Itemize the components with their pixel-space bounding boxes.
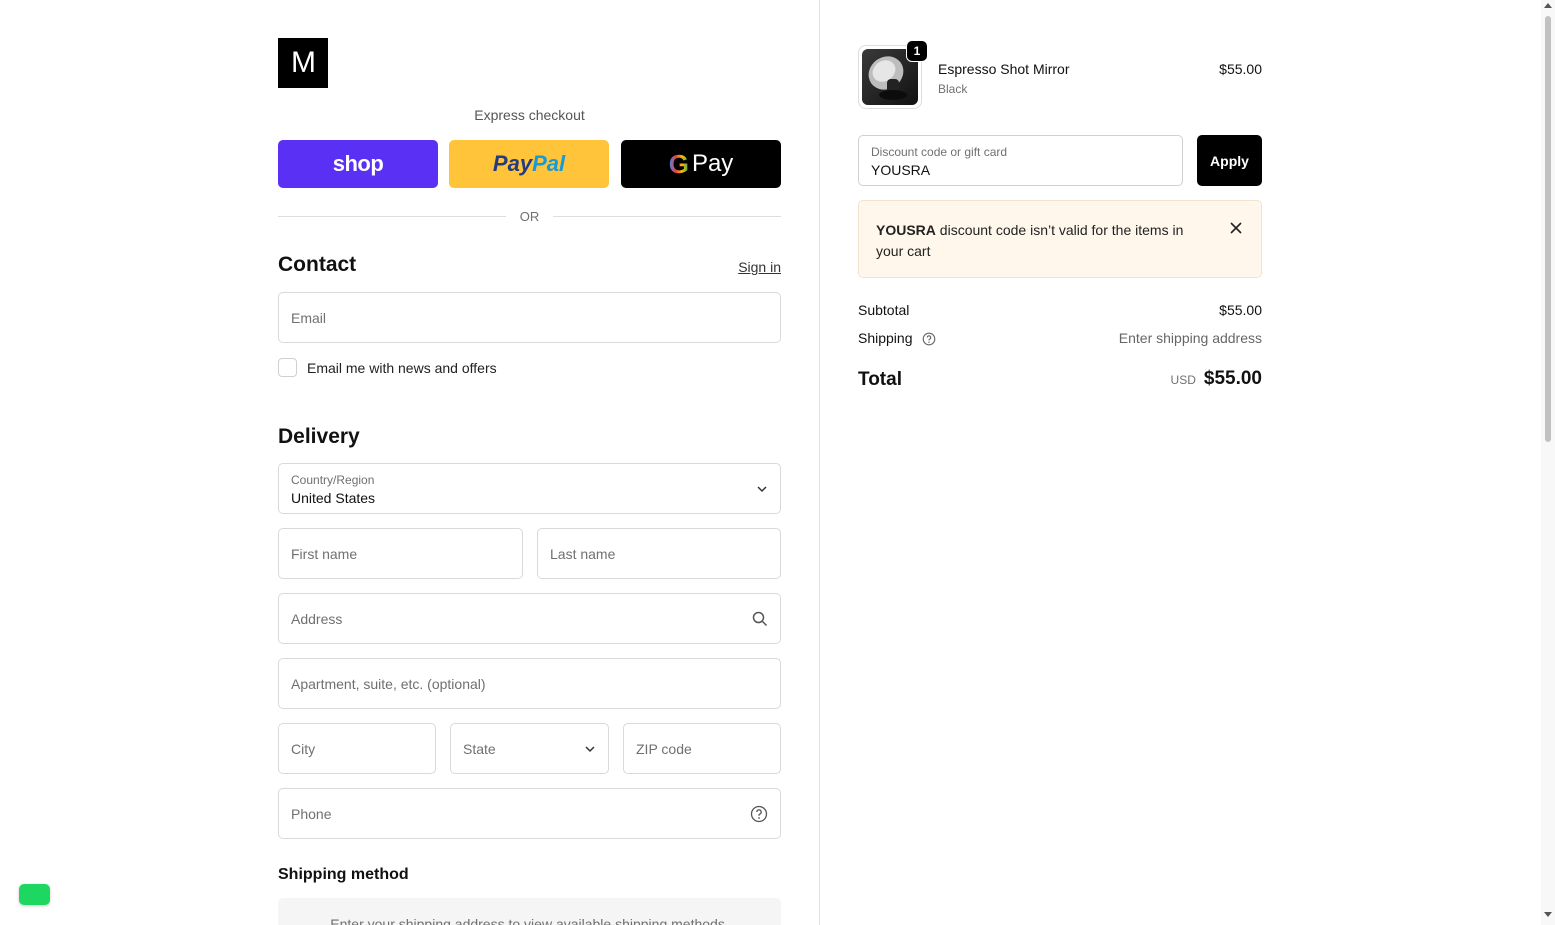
last-name-placeholder: Last name xyxy=(550,545,616,562)
zip-placeholder: ZIP code xyxy=(636,740,692,757)
paypal-button[interactable]: Pay Pal xyxy=(449,140,609,188)
shop-pay-label: shop xyxy=(332,151,384,176)
google-pay-label: Pay xyxy=(691,150,734,177)
paypal-label-pal: Pal xyxy=(532,151,566,176)
city-placeholder: City xyxy=(291,740,316,757)
divider-line xyxy=(553,215,781,217)
store-logo[interactable]: M xyxy=(278,38,328,88)
country-value: United States xyxy=(291,490,376,506)
divider-line xyxy=(278,215,506,217)
sign-in-link[interactable]: Sign in xyxy=(738,259,781,275)
shop-pay-button[interactable]: shop xyxy=(278,140,438,188)
country-select[interactable]: Country/Region United States xyxy=(278,463,781,514)
help-icon[interactable] xyxy=(922,332,936,346)
scroll-down-arrow-icon[interactable] xyxy=(1544,912,1552,917)
contact-heading: Contact xyxy=(278,253,357,276)
zip-field[interactable]: ZIP code xyxy=(623,723,781,774)
product-name: Espresso Shot Mirror xyxy=(938,61,1070,77)
scroll-up-arrow-icon[interactable] xyxy=(1544,3,1552,8)
paypal-label-pay: Pay xyxy=(492,151,533,176)
shipping-label: Shipping xyxy=(858,330,913,346)
alert-message: YOUSRA discount code isn’t valid for the… xyxy=(876,220,1206,262)
discount-code-label: Discount code or gift card xyxy=(871,145,1008,159)
email-placeholder: Email xyxy=(291,309,327,326)
apartment-placeholder: Apartment, suite, etc. (optional) xyxy=(291,675,486,692)
help-icon[interactable] xyxy=(750,805,768,823)
shipping-value: Enter shipping address xyxy=(1118,330,1262,346)
checkout-form-panel: M Express checkout shop Pay Pal G Pay OR C… xyxy=(0,0,819,925)
page-scrollbar[interactable] xyxy=(1541,0,1555,925)
delivery-heading: Delivery xyxy=(278,425,360,448)
shipping-method-placeholder: Enter your shipping address to view avai… xyxy=(278,898,781,925)
shipping-method-message: Enter your shipping address to view avai… xyxy=(330,916,729,925)
last-name-field[interactable]: Last name xyxy=(537,528,781,579)
google-pay-button[interactable]: G Pay xyxy=(621,140,781,188)
shipping-row: Shipping xyxy=(858,330,936,346)
apartment-field[interactable]: Apartment, suite, etc. (optional) xyxy=(278,658,781,709)
newsletter-checkbox[interactable] xyxy=(278,358,297,377)
newsletter-label: Email me with news and offers xyxy=(307,359,497,376)
apply-discount-button[interactable]: Apply xyxy=(1197,135,1262,186)
country-label: Country/Region xyxy=(291,473,375,487)
total-label: Total xyxy=(858,369,902,390)
product-variant: Black xyxy=(938,82,968,96)
google-g-icon: G xyxy=(668,148,689,179)
express-checkout-label: Express checkout xyxy=(474,107,585,123)
discount-code-value: YOUSRA xyxy=(871,162,931,178)
first-name-field[interactable]: First name xyxy=(278,528,523,579)
chat-widget-button[interactable] xyxy=(19,884,50,905)
scrollbar-thumb[interactable] xyxy=(1545,16,1551,442)
discount-code-field[interactable]: Discount code or gift card YOUSRA xyxy=(858,135,1183,186)
city-field[interactable]: City xyxy=(278,723,436,774)
state-placeholder: State xyxy=(463,740,496,757)
chevron-down-icon xyxy=(584,743,596,755)
phone-placeholder: Phone xyxy=(291,805,332,822)
discount-error-alert: YOUSRA discount code isn’t valid for the… xyxy=(858,200,1262,278)
subtotal-label: Subtotal xyxy=(858,302,910,318)
total-value: $55.00 xyxy=(1203,368,1262,389)
first-name-placeholder: First name xyxy=(291,545,358,562)
address-field[interactable]: Address xyxy=(278,593,781,644)
product-price: $55.00 xyxy=(1219,61,1262,77)
close-icon[interactable] xyxy=(1228,220,1244,236)
address-placeholder: Address xyxy=(291,610,343,627)
shipping-method-heading: Shipping method xyxy=(278,866,409,883)
currency-code: USD xyxy=(1170,373,1196,387)
search-icon xyxy=(752,611,768,627)
email-field[interactable]: Email xyxy=(278,292,781,343)
quantity-badge: 1 xyxy=(906,40,928,62)
newsletter-option[interactable]: Email me with news and offers xyxy=(278,358,497,377)
or-label: OR xyxy=(519,208,540,224)
chevron-down-icon xyxy=(756,483,768,495)
phone-field[interactable]: Phone xyxy=(278,788,781,839)
total-amount: USD $55.00 xyxy=(1171,368,1262,390)
or-divider: OR xyxy=(278,206,781,226)
subtotal-value: $55.00 xyxy=(1219,302,1262,318)
alert-code: YOUSRA xyxy=(876,222,936,238)
state-select[interactable]: State xyxy=(450,723,609,774)
